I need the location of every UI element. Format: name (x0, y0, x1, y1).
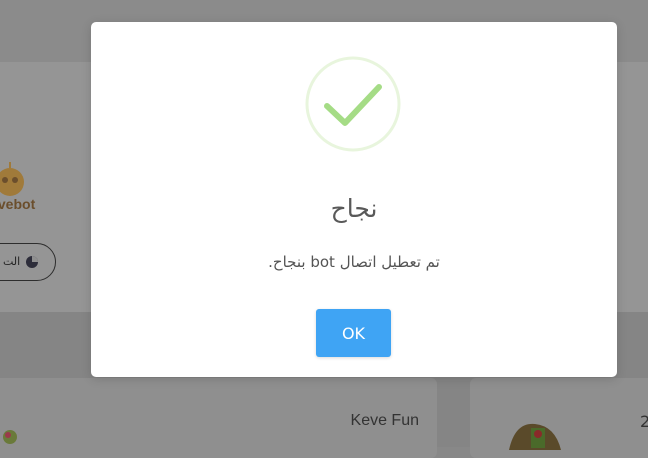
dialog-title: نجاح (330, 194, 378, 223)
background-pill-button: الت (0, 243, 56, 281)
ok-button[interactable]: OK (316, 309, 391, 357)
background-card: Keve Fun (0, 378, 437, 458)
success-dialog: نجاح تم تعطيل اتصال bot بنجاح. OK (91, 22, 617, 377)
pie-chart-icon (26, 256, 38, 268)
success-check-icon (305, 56, 401, 152)
bot-logo-text: ivebot (0, 196, 36, 212)
background-card-digit: 2 (640, 412, 648, 431)
dialog-message: تم تعطيل اتصال bot بنجاح. (268, 253, 440, 271)
background-card-title: Keve Fun (350, 412, 419, 429)
card-thumbnail-icon (3, 430, 17, 444)
background-pill-label: الت (3, 255, 21, 268)
card-thumbnail-icon (509, 423, 561, 450)
